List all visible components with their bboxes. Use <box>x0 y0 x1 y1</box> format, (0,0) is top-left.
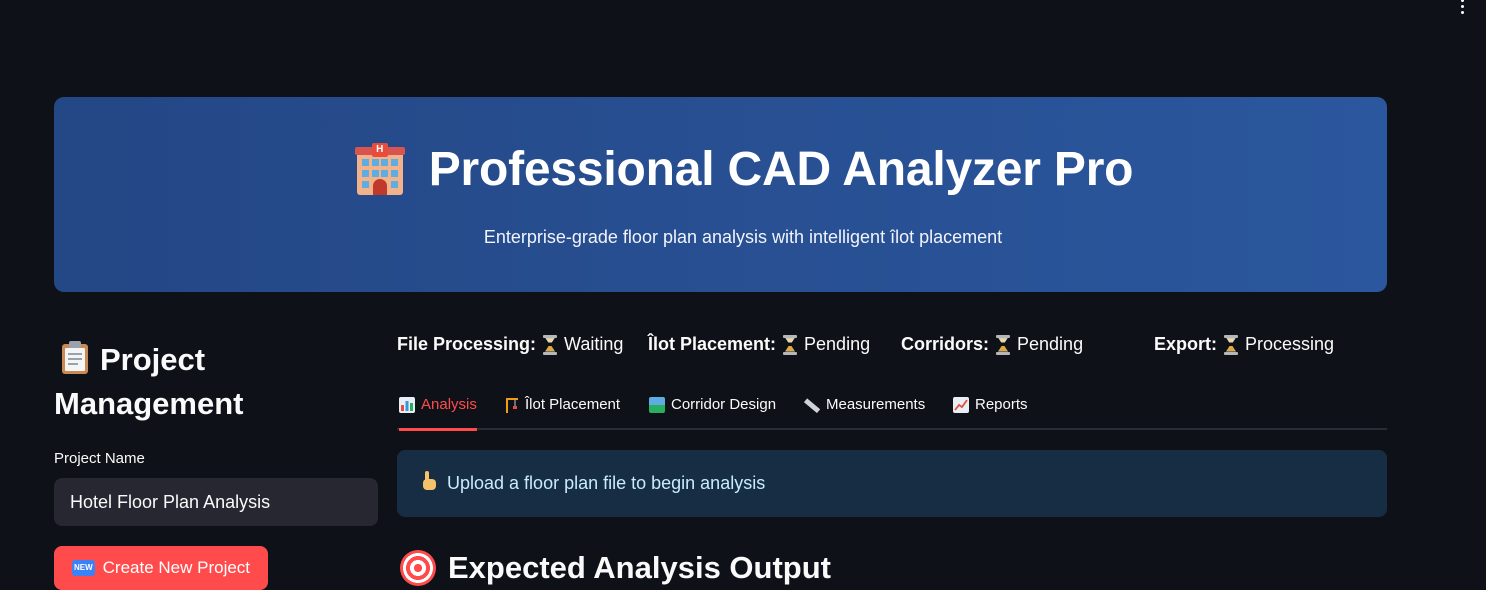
target-icon <box>400 550 436 586</box>
section-title: Project Management <box>54 340 378 424</box>
status-value: Pending <box>1017 334 1084 354</box>
hourglass-icon <box>782 334 798 355</box>
tab-label: Reports <box>975 396 1028 413</box>
status-label: Corridors: <box>901 334 990 354</box>
section-heading-text: Expected Analysis Output <box>448 550 831 585</box>
tab-measurements[interactable]: Measurements <box>803 392 926 430</box>
status-export: Export: Processing <box>1154 334 1334 355</box>
hero-subtitle: Enterprise-grade floor plan analysis wit… <box>483 227 1003 247</box>
create-project-label: Create New Project <box>102 558 251 577</box>
crane-icon <box>503 397 519 413</box>
status-file-processing: File Processing: Waiting <box>397 334 623 355</box>
project-name-label: Project Name <box>54 450 145 467</box>
status-value: Processing <box>1245 334 1335 354</box>
tab-analysis[interactable]: Analysis <box>399 392 477 431</box>
pointing-up-icon <box>419 470 439 497</box>
tab-label: Analysis <box>421 396 477 413</box>
status-value: Waiting <box>564 334 624 354</box>
hero-title: H Professional CAD Analyzer Pro <box>0 142 1486 197</box>
create-project-button[interactable]: NEW Create New Project <box>54 546 268 590</box>
status-label: Îlot Placement: <box>648 334 777 354</box>
clipboard-icon <box>60 340 90 384</box>
kebab-menu-icon[interactable] <box>1452 0 1472 14</box>
ruler-icon <box>803 397 821 414</box>
hourglass-icon <box>1223 334 1239 355</box>
sidebar-section: Project Management <box>54 340 378 424</box>
status-label: Export: <box>1154 334 1217 354</box>
new-badge-icon: NEW <box>71 560 95 576</box>
hourglass-icon <box>542 334 558 355</box>
trend-chart-icon <box>953 397 969 413</box>
tab-ilot-placement[interactable]: Îlot Placement <box>503 392 620 430</box>
info-message: Upload a floor plan file to begin analys… <box>447 473 766 493</box>
project-name-input[interactable] <box>54 478 378 526</box>
info-alert: Upload a floor plan file to begin analys… <box>397 450 1387 517</box>
status-corridors: Corridors: Pending <box>901 334 1083 355</box>
landscape-icon <box>649 397 665 413</box>
status-label: File Processing: <box>397 334 537 354</box>
hourglass-icon <box>995 334 1011 355</box>
section-heading: Expected Analysis Output <box>400 550 831 586</box>
tab-label: Corridor Design <box>671 396 777 413</box>
hotel-icon: H <box>353 142 407 197</box>
hero-title-text: Professional CAD Analyzer Pro <box>428 143 1134 196</box>
bar-chart-icon <box>399 397 415 413</box>
tab-label: Îlot Placement <box>525 396 621 413</box>
status-value: Pending <box>804 334 871 354</box>
status-ilot-placement: Îlot Placement: Pending <box>648 334 870 355</box>
tab-label: Measurements <box>826 396 926 413</box>
tab-reports[interactable]: Reports <box>953 392 1028 430</box>
tab-bar: Analysis Îlot Placement Corridor Design … <box>397 392 1387 431</box>
status-row: File Processing: Waiting Îlot Placement:… <box>397 334 1387 358</box>
tab-corridor-design[interactable]: Corridor Design <box>649 392 776 430</box>
